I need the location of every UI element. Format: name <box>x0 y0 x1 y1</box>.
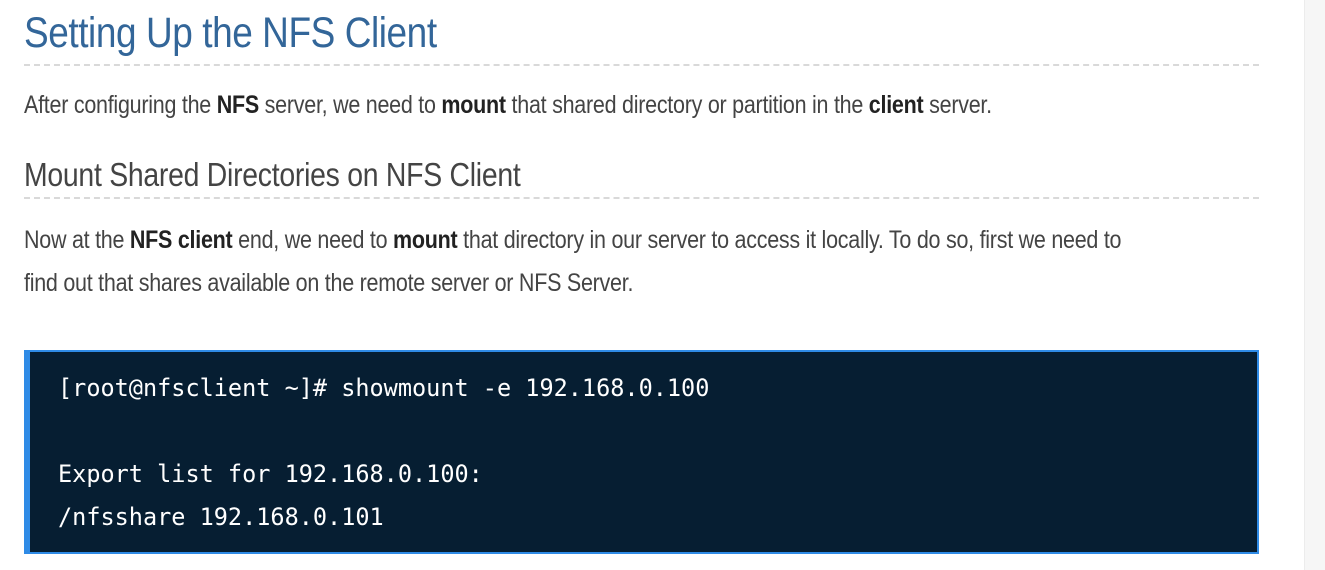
code-line-export-entry: /nfsshare 192.168.0.101 <box>58 503 384 531</box>
intro-text-4: server. <box>923 91 992 119</box>
intro-text-1: After configuring the <box>24 91 217 119</box>
mount-text-2: end, we need to <box>232 226 394 254</box>
mount-bold-mount: mount <box>393 226 458 254</box>
mount-paragraph-line-1: Now at the NFS client end, we need to mo… <box>24 219 1122 262</box>
intro-text-3: that shared directory or partition in th… <box>505 91 869 119</box>
subsection-heading-text: Mount Shared Directories on NFS Client <box>24 156 521 193</box>
intro-bold-mount: mount <box>441 91 506 119</box>
mount-text-line-2: find out that shares available on the re… <box>24 269 634 297</box>
intro-text-2: server, we need to <box>258 91 442 119</box>
right-gutter <box>1304 0 1325 570</box>
subsection-heading: Mount Shared Directories on NFS Client <box>24 150 1259 199</box>
code-line-command: [root@nfsclient ~]# showmount -e 192.168… <box>58 374 710 402</box>
intro-paragraph: After configuring the NFS server, we nee… <box>24 84 992 127</box>
mount-text-3: that directory in our server to access i… <box>457 226 1122 254</box>
section-heading-text: Setting Up the NFS Client <box>24 9 437 57</box>
code-block[interactable]: [root@nfsclient ~]# showmount -e 192.168… <box>24 350 1259 554</box>
mount-bold-nfs-client: NFS client <box>129 226 233 254</box>
intro-bold-nfs: NFS <box>216 91 259 119</box>
code-line-export-header: Export list for 192.168.0.100: <box>58 460 483 488</box>
section-heading: Setting Up the NFS Client <box>24 0 1259 66</box>
mount-paragraph-line-2: find out that shares available on the re… <box>24 262 633 305</box>
intro-bold-client: client <box>868 91 924 119</box>
mount-text-1: Now at the <box>24 226 130 254</box>
